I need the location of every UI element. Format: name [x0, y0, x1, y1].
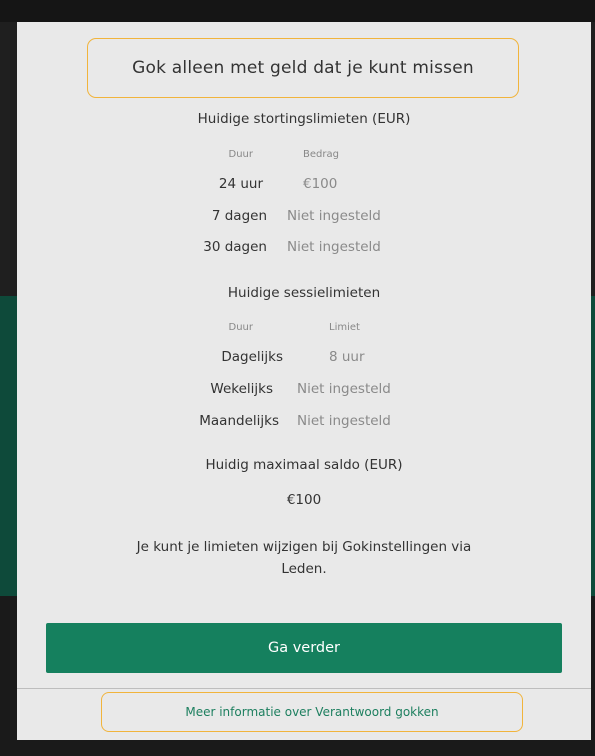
- deposit-limit-row: 24 uur €100: [17, 176, 591, 196]
- session-col-limit: Limiet: [329, 322, 360, 333]
- deposit-limits-title: Huidige stortingslimieten (EUR): [197, 111, 411, 127]
- deposit-value: Niet ingesteld: [287, 239, 381, 255]
- deposit-value: Niet ingesteld: [287, 208, 381, 224]
- session-limits-header: Duur Limiet: [17, 322, 591, 342]
- deposit-col-amount: Bedrag: [303, 149, 339, 160]
- responsible-gambling-link[interactable]: Meer informatie over Verantwoord gokken: [101, 692, 523, 732]
- deposit-period: 30 dagen: [203, 239, 267, 255]
- session-period: Dagelijks: [221, 349, 283, 365]
- deposit-value: €100: [303, 176, 338, 192]
- session-period: Maandelijks: [199, 413, 279, 429]
- deposit-col-duration: Duur: [228, 149, 254, 160]
- session-limits-title: Huidige sessielimieten: [227, 285, 381, 301]
- session-value: Niet ingesteld: [297, 381, 391, 397]
- info-text-line: Leden.: [281, 561, 327, 577]
- session-value: 8 uur: [329, 349, 365, 365]
- deposit-period: 24 uur: [218, 176, 263, 192]
- session-period: Wekelijks: [210, 381, 273, 397]
- deposit-limit-row: 7 dagen Niet ingesteld: [17, 208, 591, 228]
- divider: [17, 688, 591, 689]
- deposit-limit-row: 30 dagen Niet ingesteld: [17, 239, 591, 259]
- warning-banner: Gok alleen met geld dat je kunt missen: [87, 38, 519, 98]
- background-header: [0, 0, 595, 22]
- continue-button[interactable]: Ga verder: [46, 623, 562, 673]
- session-limit-row: Wekelijks Niet ingesteld: [17, 381, 591, 401]
- info-text-line: Je kunt je limieten wijzigen bij Gokinst…: [136, 539, 472, 555]
- max-balance-title: Huidig maximaal saldo (EUR): [205, 457, 403, 473]
- max-balance-value: €100: [286, 492, 322, 508]
- info-text: Je kunt je limieten wijzigen bij Gokinst…: [17, 536, 591, 580]
- session-col-duration: Duur: [228, 322, 254, 333]
- deposit-period: 7 dagen: [211, 208, 267, 224]
- deposit-limits-header: Duur Bedrag: [17, 149, 591, 169]
- session-limit-row: Maandelijks Niet ingesteld: [17, 413, 591, 433]
- session-limit-row: Dagelijks 8 uur: [17, 349, 591, 369]
- session-value: Niet ingesteld: [297, 413, 391, 429]
- responsible-gambling-modal: Gok alleen met geld dat je kunt missen H…: [17, 22, 591, 740]
